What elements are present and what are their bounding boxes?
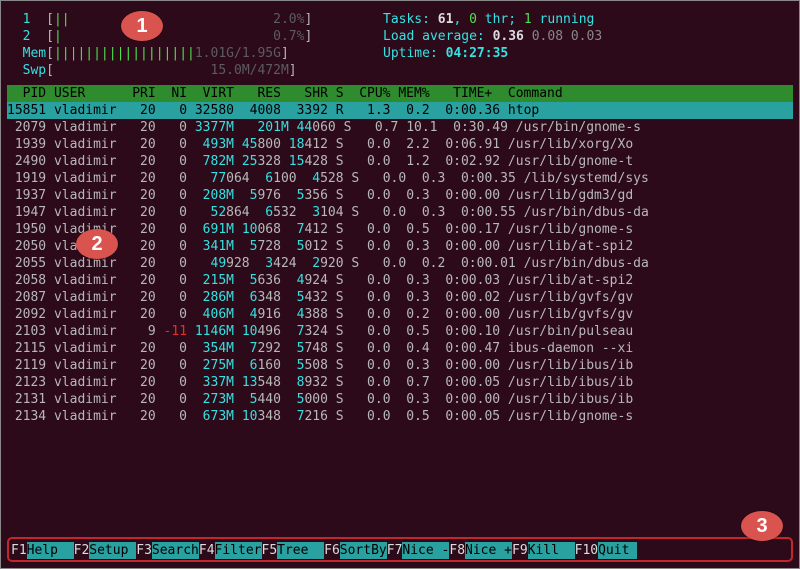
mem-meter: Mem[||||||||||||||||||1.01G/1.95G]: [7, 45, 383, 62]
table-row[interactable]: 2134 vladimir 20 0 673M 10348 7216 S 0.0…: [7, 408, 793, 425]
fn-filter[interactable]: Filter: [215, 542, 262, 559]
cpu1-value: 2.0%: [70, 12, 305, 27]
callout-1: 1: [121, 11, 163, 41]
table-row[interactable]: 2490 vladimir 20 0 782M 25328 15428 S 0.…: [7, 153, 793, 170]
table-row[interactable]: 2079 vladimir 20 0 3377M 201M 44060 S 0.…: [7, 119, 793, 136]
fnkey: F1: [11, 543, 27, 558]
table-row[interactable]: 1947 vladimir 20 0 52864 6532 3104 S 0.0…: [7, 204, 793, 221]
table-row[interactable]: 2092 vladimir 20 0 406M 4916 4388 S 0.0 …: [7, 306, 793, 323]
tasks-info: Tasks: 61, 0 thr; 1 running: [383, 11, 793, 28]
fn-tree[interactable]: Tree: [277, 542, 324, 559]
table-row[interactable]: 2103 vladimir 9 -11 1146M 10496 7324 S 0…: [7, 323, 793, 340]
selected-process-row[interactable]: 15851 vladimir 20 0 32580 4008 3392 R 1.…: [7, 102, 793, 119]
swp-meter: Swp[ 15.0M/472M]: [7, 62, 383, 79]
cpu2-meter: 2 [| 0.7%]: [7, 28, 383, 45]
fnkey: F2: [74, 543, 90, 558]
table-row[interactable]: 2087 vladimir 20 0 286M 6348 5432 S 0.0 …: [7, 289, 793, 306]
table-row[interactable]: 1939 vladimir 20 0 493M 45800 18412 S 0.…: [7, 136, 793, 153]
table-row[interactable]: 2123 vladimir 20 0 337M 13548 8932 S 0.0…: [7, 374, 793, 391]
table-row[interactable]: 2055 vladimir 20 0 49928 3424 2920 S 0.0…: [7, 255, 793, 272]
fn-quit[interactable]: Quit: [598, 542, 637, 559]
fn-search[interactable]: Search: [152, 542, 199, 559]
fn-sortby[interactable]: SortBy: [340, 542, 387, 559]
process-list[interactable]: 2079 vladimir 20 0 3377M 201M 44060 S 0.…: [7, 119, 793, 425]
table-row[interactable]: 1937 vladimir 20 0 208M 5976 5356 S 0.0 …: [7, 187, 793, 204]
fnkey: F9: [512, 543, 528, 558]
table-row[interactable]: 2115 vladimir 20 0 354M 7292 5748 S 0.0 …: [7, 340, 793, 357]
table-row[interactable]: 2050 vladimir 20 0 341M 5728 5012 S 0.0 …: [7, 238, 793, 255]
fnkey: F5: [262, 543, 278, 558]
fn-nice +[interactable]: Nice +: [465, 542, 512, 559]
table-row[interactable]: 2131 vladimir 20 0 273M 5440 5000 S 0.0 …: [7, 391, 793, 408]
fn-setup[interactable]: Setup: [89, 542, 136, 559]
fnkey: F8: [449, 543, 465, 558]
table-row[interactable]: 1950 vladimir 20 0 691M 10068 7412 S 0.0…: [7, 221, 793, 238]
callout-2: 2: [76, 229, 118, 259]
table-row[interactable]: 1919 vladimir 20 0 77064 6100 4528 S 0.0…: [7, 170, 793, 187]
callout-3: 3: [741, 511, 783, 541]
fn-nice -[interactable]: Nice -: [402, 542, 449, 559]
cpu1-meter: 1 [|| 2.0%]: [7, 11, 383, 28]
fnkey: F10: [575, 543, 598, 558]
fnkey: F3: [136, 543, 152, 558]
fn-kill[interactable]: Kill: [528, 542, 575, 559]
column-header[interactable]: PID USER PRI NI VIRT RES SHR S CPU% MEM%…: [7, 85, 793, 102]
fnkey: F6: [324, 543, 340, 558]
fnkey: F7: [387, 543, 403, 558]
table-row[interactable]: 2058 vladimir 20 0 215M 5636 4924 S 0.0 …: [7, 272, 793, 289]
function-key-bar: F1Help F2Setup F3SearchF4FilterF5Tree F6…: [7, 537, 793, 562]
fnkey: F4: [199, 543, 215, 558]
fn-help[interactable]: Help: [27, 542, 74, 559]
loadavg-info: Load average: 0.36 0.08 0.03: [383, 28, 793, 45]
table-row[interactable]: 2119 vladimir 20 0 275M 6160 5508 S 0.0 …: [7, 357, 793, 374]
uptime-info: Uptime: 04:27:35: [383, 45, 793, 62]
